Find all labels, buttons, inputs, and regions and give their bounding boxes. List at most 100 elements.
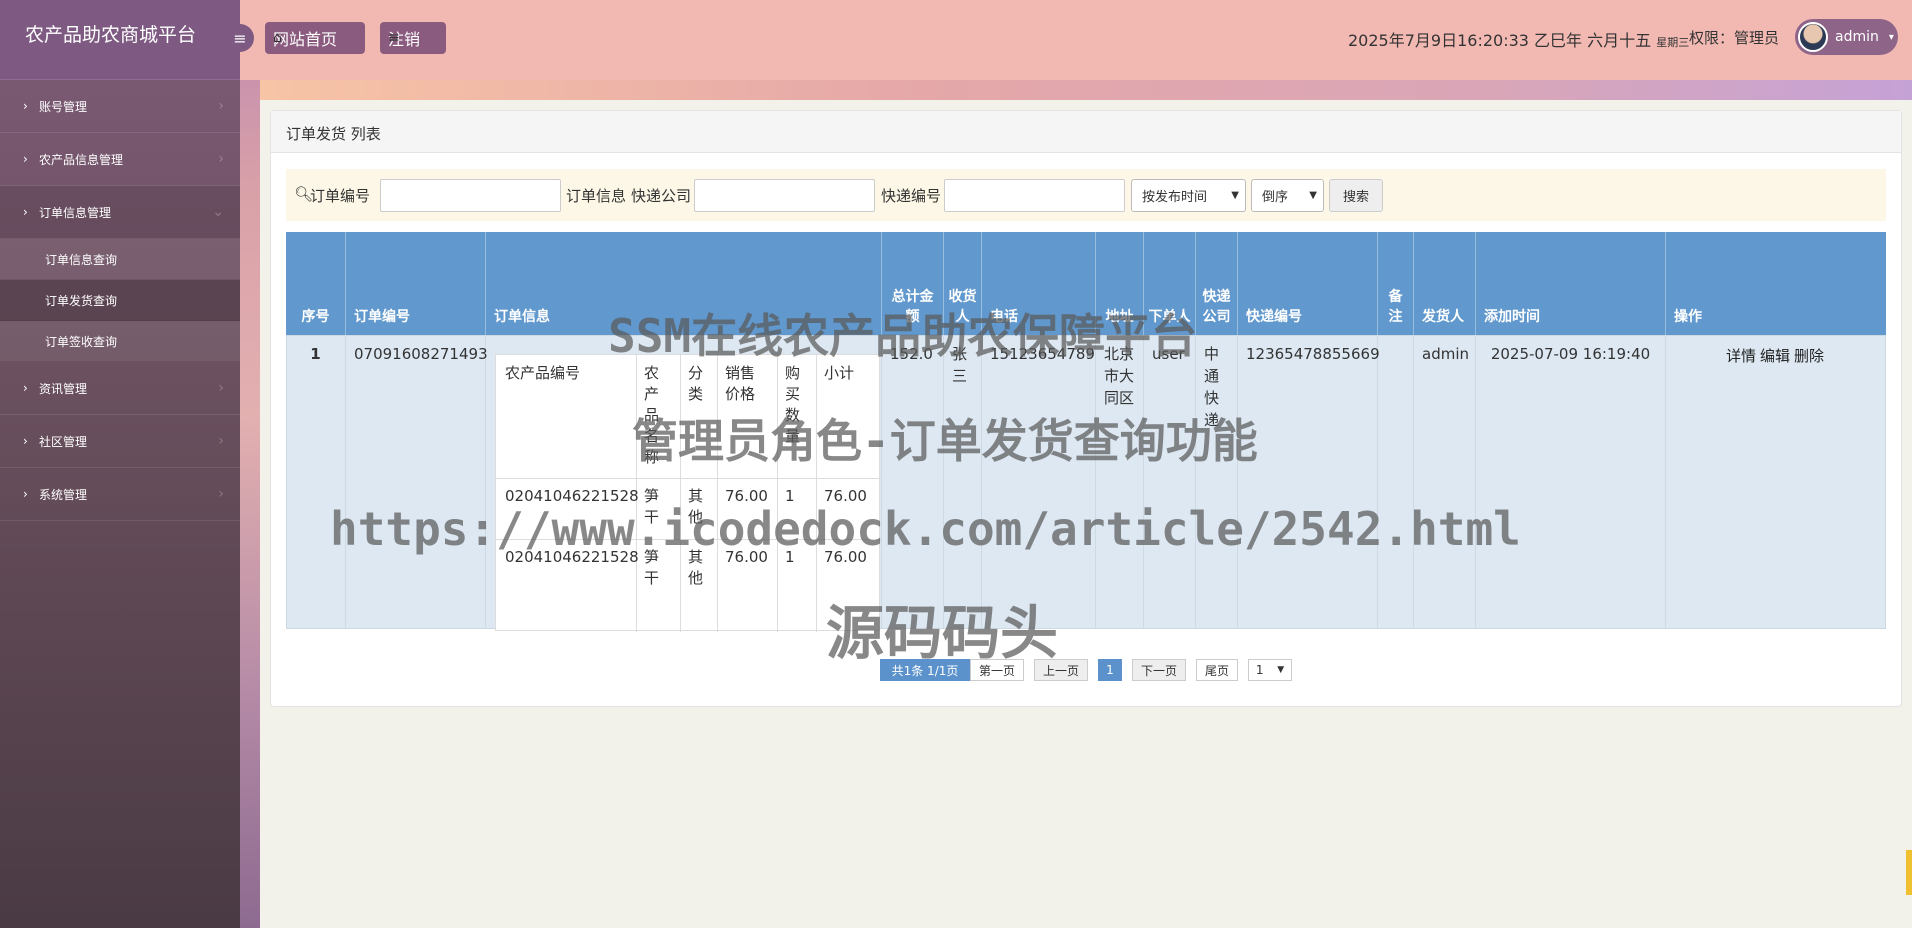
sidebar-edge — [240, 0, 260, 928]
menu-icon: ≡ — [388, 29, 400, 46]
chevron-right-icon: › — [23, 99, 28, 113]
label-order-info: 订单信息 — [566, 187, 627, 205]
col-courier: 快递公司 — [1196, 232, 1238, 335]
edit-link[interactable]: 编辑 — [1760, 345, 1790, 366]
chevron-right-icon: › — [23, 152, 28, 166]
sidebar-item-system[interactable]: › 系统管理 › — [0, 468, 240, 521]
chevron-down-icon: ▼ — [1231, 190, 1239, 201]
sidebar: 农产品助农商城平台 › 账号管理 › › 农产品信息管理 › › 订单信息管理 ⌄ 订单信息… — [0, 0, 240, 928]
avatar — [1798, 22, 1828, 52]
watermark-line4: 源码码头 — [826, 599, 1059, 667]
chevron-right-icon: › — [218, 486, 224, 502]
role-text: 权限：管理员 — [1689, 29, 1780, 47]
chevron-right-icon: › — [218, 151, 224, 167]
watermark-line2: 管理员角色-订单发货查询功能 — [632, 414, 1258, 468]
pagination-current[interactable]: 1 — [1098, 659, 1122, 681]
detail-link[interactable]: 详情 — [1726, 345, 1756, 366]
watermark-line3: https://www.icodedock.com/article/2542.h… — [330, 502, 1521, 556]
panel-title: 订单发货 列表 — [271, 111, 1901, 153]
delete-link[interactable]: 删除 — [1794, 345, 1824, 366]
sidebar-item-label: 社区管理 — [39, 434, 88, 449]
sidebar-item-accounts[interactable]: › 账号管理 › — [0, 80, 240, 133]
sidebar-subitem-receipt-query[interactable]: 订单签收查询 — [0, 321, 240, 362]
pagination-next[interactable]: 下一页 — [1132, 659, 1186, 681]
sidebar-subitem-shipping-query[interactable]: 订单发货查询 — [0, 280, 240, 321]
items-header-category: 分类 — [688, 364, 704, 403]
sidebar-item-products[interactable]: › 农产品信息管理 › — [0, 133, 240, 186]
chevron-down-icon: ▼ — [1277, 665, 1285, 675]
cell-added-time: 2025-07-09 16:19:40 — [1476, 335, 1666, 629]
home-button[interactable]: ⌂ 网站首页 — [265, 22, 365, 54]
sidebar-item-news[interactable]: › 资讯管理 › — [0, 362, 240, 415]
sidebar-item-orders[interactable]: › 订单信息管理 ⌄ — [0, 186, 240, 239]
weekday-text: 星期三 — [1656, 36, 1690, 49]
watermark-line1: SSM在线农产品助农保障平台 — [608, 309, 1198, 363]
chevron-right-icon: › — [218, 98, 224, 114]
chevron-right-icon: › — [218, 380, 224, 396]
caret-down-icon: ▾ — [1888, 31, 1894, 43]
datetime-text: 2025年7月9日16:20:33 乙巳年 六月十五 — [1348, 31, 1652, 50]
courier-input[interactable] — [694, 179, 875, 212]
cell-shipper: admin — [1414, 335, 1476, 629]
order-items-table: 农产品编号 农产品名称 分类 销售价格 购买数量 小计 020410462215… — [495, 354, 881, 632]
sidebar-item-label: 资讯管理 — [39, 381, 88, 396]
pagination-last[interactable]: 尾页 — [1196, 659, 1238, 681]
chevron-down-icon: ⌄ — [212, 204, 224, 220]
sidebar-item-label: 农产品信息管理 — [39, 152, 124, 167]
chevron-right-icon: › — [23, 434, 28, 448]
sort-order-select[interactable]: 倒序 ▼ — [1251, 179, 1324, 212]
label-courier: 快递公司 — [631, 187, 692, 205]
col-tracking: 快递编号 — [1238, 232, 1378, 335]
sort-field-value: 按发布时间 — [1142, 190, 1208, 205]
sidebar-item-label: 订单信息管理 — [39, 205, 112, 220]
col-shipper: 发货人 — [1414, 232, 1476, 335]
cell-receiver: 张三 — [944, 335, 982, 629]
app-title: 农产品助农商城平台 — [0, 0, 240, 80]
sidebar-item-label: 账号管理 — [39, 99, 88, 114]
search-button[interactable]: 搜索 — [1329, 179, 1383, 212]
chevron-right-icon: › — [23, 205, 28, 219]
cell-tracking: 12365478855669 — [1238, 335, 1380, 629]
logout-button[interactable]: ≡ 注销 — [380, 22, 446, 54]
label-order-no: 订单编号 — [310, 187, 371, 205]
sort-field-select[interactable]: 按发布时间 ▼ — [1131, 179, 1246, 212]
datetime-display: 2025年7月9日16:20:33 乙巳年 六月十五 星期三 — [1348, 27, 1689, 51]
col-order-no: 订单编号 — [346, 232, 486, 335]
chevron-right-icon: › — [23, 487, 28, 501]
chevron-right-icon: › — [218, 433, 224, 449]
cell-phone: 15123654789 — [982, 335, 1096, 629]
sidebar-subitem-order-query[interactable]: 订单信息查询 — [0, 239, 240, 280]
col-remark: 备注 — [1378, 232, 1414, 335]
cell-remark — [1378, 335, 1414, 629]
col-actions: 操作 — [1674, 309, 1702, 325]
items-header-subtotal: 小计 — [824, 364, 855, 382]
pagination-jump-select[interactable]: 1 ▼ — [1248, 659, 1292, 681]
cell-courier: 中通快递 — [1196, 335, 1238, 629]
tracking-input[interactable] — [944, 179, 1125, 212]
sort-order-value: 倒序 — [1262, 190, 1289, 205]
items-header-price: 销售价格 — [725, 364, 756, 403]
sidebar-toggle-button[interactable]: ≡ — [226, 24, 254, 52]
sidebar-item-label: 系统管理 — [39, 487, 88, 502]
user-menu[interactable]: admin ▾ — [1795, 19, 1898, 55]
cell-orderer: user — [1144, 335, 1196, 629]
chevron-right-icon: › — [23, 381, 28, 395]
col-index: 序号 — [286, 232, 346, 335]
cell-index: 1 — [286, 335, 346, 629]
search-bar: 🔍︎ 订单编号 订单信息 快递公司 快递编号 按发布时间 ▼ 倒序 ▼ 搜索 — [286, 169, 1886, 221]
order-no-input[interactable] — [380, 179, 561, 212]
menu-icon: ≡ — [233, 28, 247, 48]
cell-order-no: 07091608271493 — [346, 335, 488, 629]
home-icon: ⌂ — [273, 29, 282, 46]
label-tracking: 快递编号 — [881, 187, 942, 205]
cell-actions — [1666, 335, 1886, 629]
col-added-time: 添加时间 — [1476, 232, 1666, 335]
items-header-code: 农产品编号 — [505, 364, 581, 382]
chevron-down-icon: ▼ — [1309, 190, 1317, 201]
topbar-gradient — [260, 80, 1912, 100]
jump-value: 1 — [1255, 663, 1264, 677]
sidebar-item-community[interactable]: › 社区管理 › — [0, 415, 240, 468]
home-button-label: 网站首页 — [273, 30, 338, 49]
cell-address: 北京市大同区 — [1096, 335, 1144, 629]
username: admin — [1835, 29, 1879, 45]
